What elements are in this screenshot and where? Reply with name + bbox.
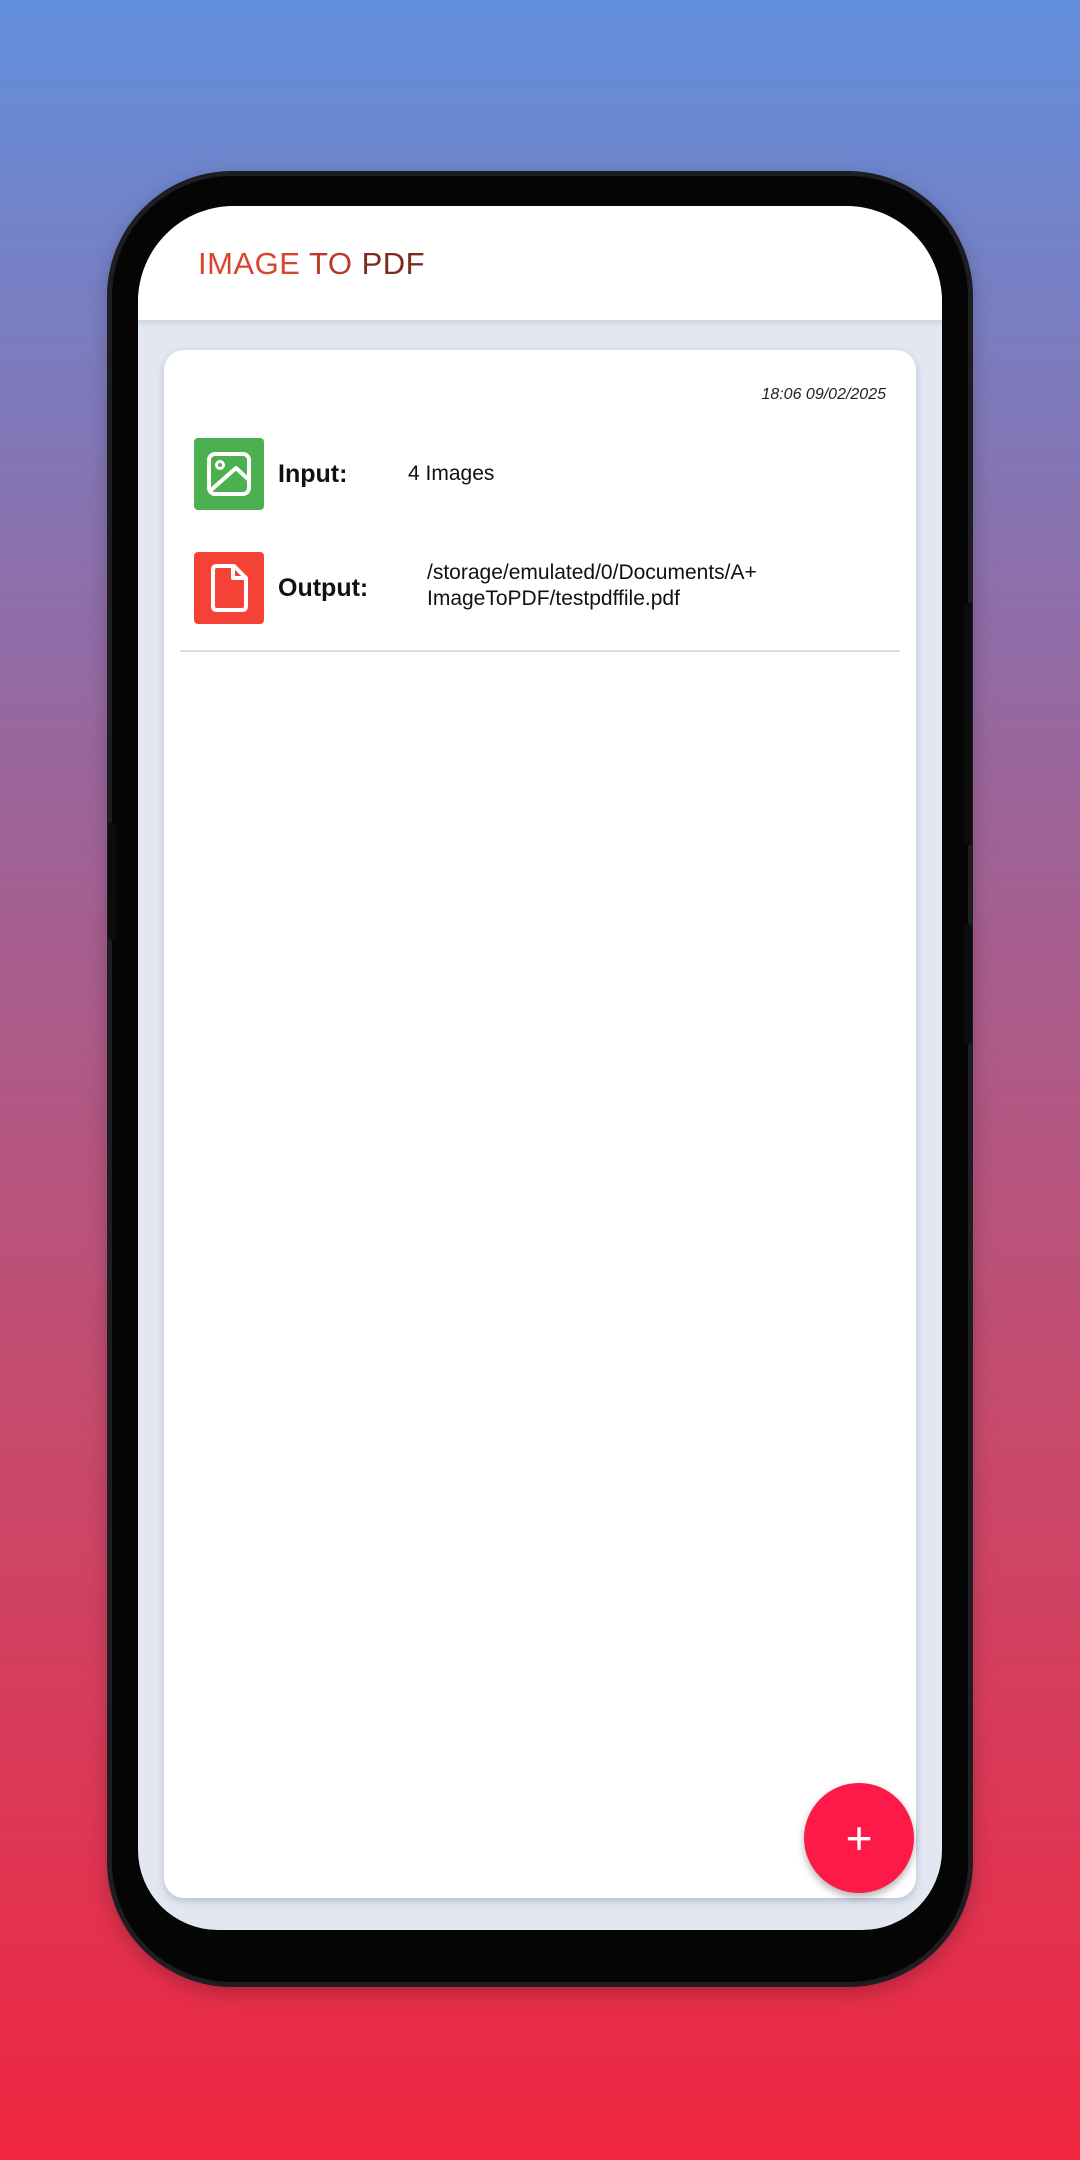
input-value: 4 Images [408, 462, 495, 485]
output-label: Output: [278, 574, 369, 602]
output-path[interactable]: /storage/emulated/0/Documents/A+ ImageTo… [427, 560, 867, 612]
phone-power-button [964, 924, 972, 1044]
history-card[interactable]: 18:06 09/02/2025 Input: 4 Images Output: [164, 350, 916, 1898]
app-title-part-image: IMAGE [198, 246, 301, 281]
phone-side-button-left [108, 822, 116, 940]
output-path-line-2: ImageToPDF/testpdffile.pdf [427, 587, 680, 610]
plus-icon: + [845, 1812, 873, 1864]
app-title-part-to: TO [308, 246, 353, 281]
app-screen: IMAGE TO PDF 18:06 09/02/2025 Input: 4 I… [138, 206, 942, 1930]
phone-volume-button [964, 602, 972, 846]
input-label: Input: [278, 460, 348, 488]
file-icon [194, 552, 264, 624]
app-title: IMAGE TO PDF [198, 246, 425, 282]
output-path-line-1: /storage/emulated/0/Documents/A+ [427, 561, 757, 584]
add-button[interactable]: + [804, 1783, 914, 1893]
conversion-timestamp: 18:06 09/02/2025 [761, 386, 886, 403]
app-bar: IMAGE TO PDF [138, 206, 942, 322]
image-icon [194, 438, 264, 510]
output-row: Output: /storage/emulated/0/Documents/A+… [194, 552, 894, 624]
item-divider [180, 650, 900, 652]
app-title-part-pdf: PDF [361, 246, 426, 281]
input-row: Input: 4 Images [194, 438, 894, 510]
